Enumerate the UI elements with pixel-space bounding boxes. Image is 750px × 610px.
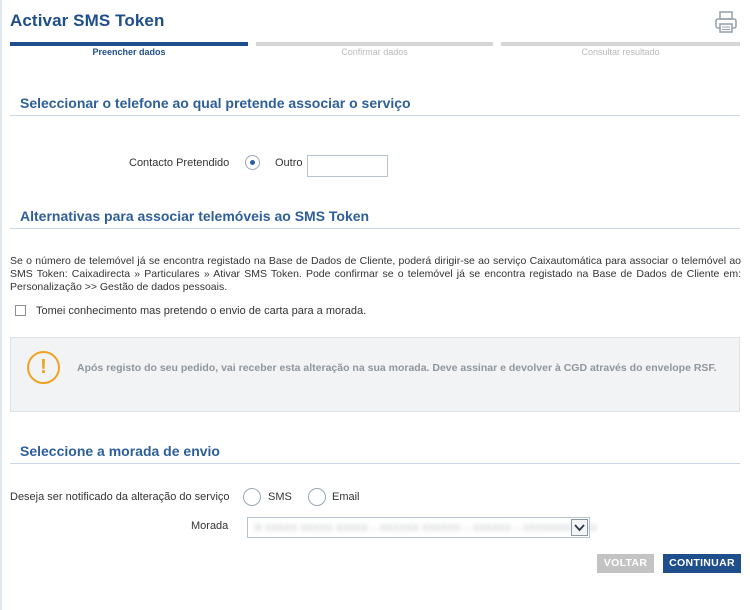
address-select[interactable]: R XXXXX XXXXX XXXXX – XXXXXX XXXXXX – XX… xyxy=(247,517,597,538)
chevron-down-icon[interactable] xyxy=(571,519,588,536)
continue-button[interactable]: CONTINUAR xyxy=(663,554,741,573)
alternatives-paragraph: Se o número de telemóvel já se encontra … xyxy=(10,255,741,293)
notice-text: Após registo do seu pedido, vai receber … xyxy=(77,362,717,374)
radio-other[interactable] xyxy=(245,155,260,170)
section-title-address: Seleccione a morada de envio xyxy=(20,443,220,459)
step-bar-fill xyxy=(10,42,248,46)
page-title: Activar SMS Token xyxy=(10,11,165,30)
contact-label: Contacto Pretendido xyxy=(129,157,230,169)
radio-sms-label: SMS xyxy=(268,491,292,503)
step-label-view-result: Consultar resultado xyxy=(581,47,660,57)
left-border xyxy=(0,0,2,610)
section-title-phone: Seleccionar o telefone ao qual pretende … xyxy=(20,95,411,111)
section-divider xyxy=(10,463,740,464)
warning-icon: ! xyxy=(27,351,60,384)
letter-checkbox[interactable] xyxy=(15,305,26,316)
address-label: Morada xyxy=(191,520,229,532)
notify-label: Deseja ser notificado da alteração do se… xyxy=(10,491,230,503)
radio-email-label: Email xyxy=(332,491,360,503)
back-button[interactable]: VOLTAR xyxy=(597,554,654,573)
radio-sms[interactable] xyxy=(243,488,261,506)
address-value: R XXXXX XXXXX XXXXX – XXXXXX XXXXXX – XX… xyxy=(255,523,598,533)
step-label-confirm-data: Confirmar dados xyxy=(341,47,408,57)
other-phone-input[interactable] xyxy=(307,155,388,177)
section-divider xyxy=(10,115,740,116)
section-divider xyxy=(10,228,740,229)
step-bar-fill xyxy=(256,42,493,46)
step-label-fill-data: Preencher dados xyxy=(92,47,166,57)
section-title-alternatives: Alternativas para associar telemóveis ao… xyxy=(20,208,370,224)
printer-icon[interactable] xyxy=(713,10,739,34)
radio-email[interactable] xyxy=(308,488,326,506)
step-bar-fill xyxy=(501,42,740,46)
letter-checkbox-label: Tomei conhecimento mas pretendo o envio … xyxy=(36,305,367,317)
radio-other-label: Outro xyxy=(275,157,303,169)
